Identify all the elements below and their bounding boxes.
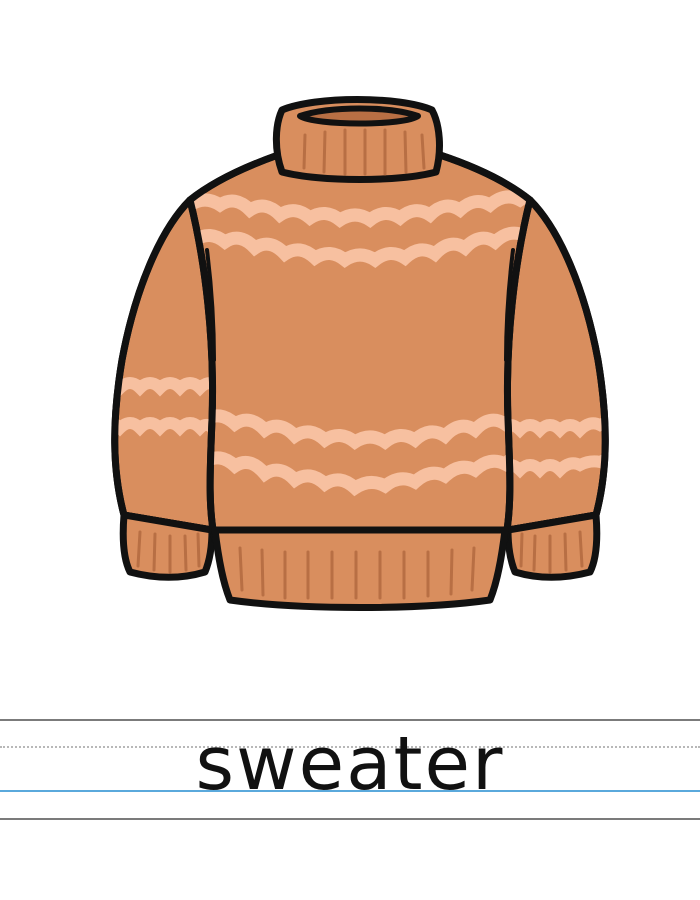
vocabulary-word: sweater: [195, 721, 505, 807]
waistband: [211, 526, 509, 611]
sweater-body: [186, 151, 534, 544]
flashcard: sweater: [0, 0, 700, 900]
left-cuff: [119, 511, 216, 581]
bottom-line: [0, 818, 700, 820]
sweater-icon: [111, 96, 609, 611]
turtleneck-collar: [272, 96, 443, 183]
handwriting-lines: sweater: [0, 700, 700, 840]
right-cuff: [504, 511, 601, 581]
